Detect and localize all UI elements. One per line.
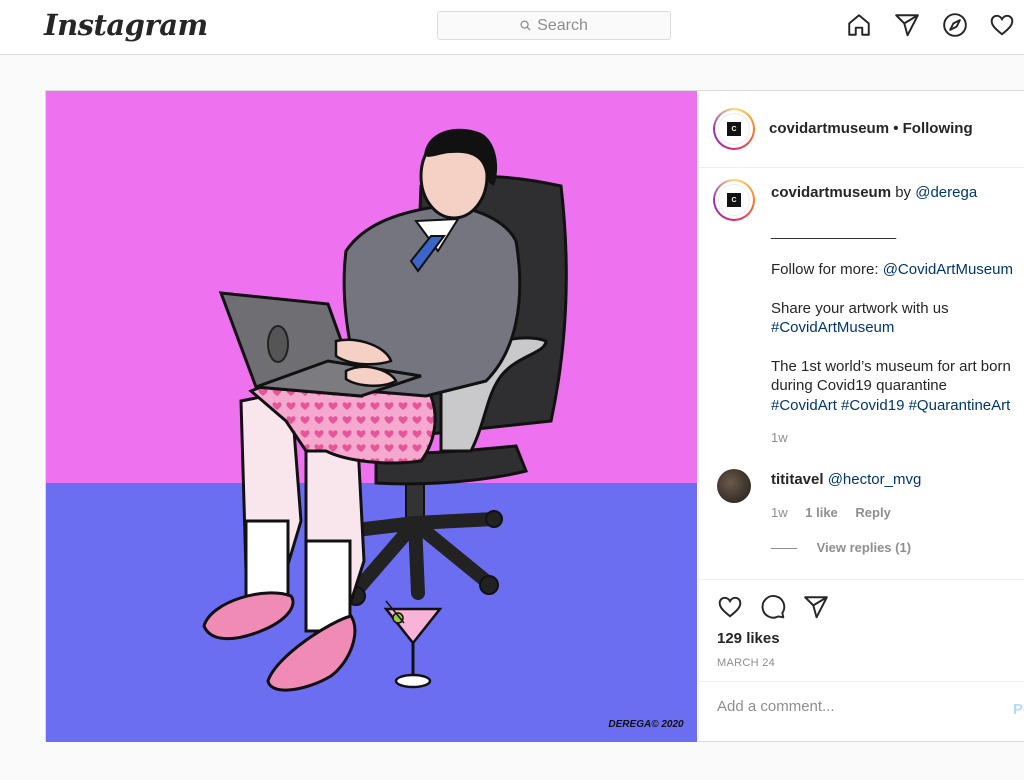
post-header: C covidartmuseum • Following: [699, 91, 1024, 168]
instagram-logo[interactable]: Instagram: [44, 8, 208, 42]
commenter-avatar[interactable]: [717, 469, 751, 503]
home-icon[interactable]: [846, 12, 872, 38]
comment-meta: 1w 1 like Reply: [771, 505, 891, 520]
author-username[interactable]: covidartmuseum: [769, 120, 889, 137]
commenter-username[interactable]: tititavel: [771, 471, 824, 488]
replies-line: [771, 548, 797, 550]
like-count[interactable]: 129 likes: [717, 630, 780, 647]
comment-likes[interactable]: 1 like: [805, 505, 838, 520]
reply-button[interactable]: Reply: [855, 505, 890, 520]
view-replies-label[interactable]: View replies (1): [817, 540, 911, 555]
comment-mention[interactable]: @hector_mvg: [828, 471, 922, 488]
author-line: covidartmuseum • Following: [769, 120, 973, 137]
top-navigation-bar: Instagram Search: [0, 0, 1024, 55]
museum-text-2: during Covid19 quarantine: [771, 377, 947, 394]
museum-mention[interactable]: @CovidArtMuseum: [883, 261, 1013, 278]
follow-status[interactable]: • Following: [893, 120, 972, 137]
comment-icon[interactable]: [760, 594, 786, 620]
activity-icon[interactable]: [989, 12, 1015, 38]
add-comment-input[interactable]: [717, 698, 997, 715]
view-replies[interactable]: View replies (1): [771, 540, 911, 555]
artwork-illustration: DEREGA© 2020: [46, 91, 697, 742]
museum-logo-icon: C: [727, 122, 741, 136]
comment-time: 1w: [771, 505, 788, 520]
search-bar[interactable]: Search: [437, 11, 671, 40]
caption-time: 1w: [771, 430, 788, 445]
post-comment-button[interactable]: Post: [1013, 701, 1024, 718]
comment: tititavel @hector_mvg: [771, 471, 921, 488]
direct-icon[interactable]: [894, 12, 920, 38]
artist-signature: DEREGA© 2020: [608, 719, 684, 730]
artist-mention[interactable]: @derega: [915, 184, 977, 201]
caption-text: covidartmuseum by @derega ______________…: [771, 183, 1024, 448]
post-card: DEREGA© 2020 C covidartmuseum • Followin…: [45, 90, 1024, 742]
share-icon[interactable]: [803, 594, 829, 620]
post-actions: 129 likes MARCH 24: [699, 579, 1024, 669]
caption-by: by: [895, 184, 912, 201]
caption-username[interactable]: covidartmuseum: [771, 184, 891, 201]
follow-text: Follow for more:: [771, 261, 879, 278]
post-date: MARCH 24: [717, 657, 776, 669]
add-comment-section: Post: [699, 681, 1024, 742]
caption-avatar[interactable]: C: [713, 179, 755, 221]
search-icon: [520, 20, 531, 31]
museum-text-1: The 1st world’s museum for art born: [771, 357, 1011, 375]
hashtag-covidart[interactable]: #CovidArt: [771, 397, 837, 414]
hashtag-covid19[interactable]: #Covid19: [841, 397, 904, 414]
like-icon[interactable]: [717, 594, 743, 620]
hashtag-covidartmuseum[interactable]: #CovidArtMuseum: [771, 319, 894, 336]
post-image[interactable]: DEREGA© 2020: [46, 91, 697, 742]
post-sidebar: C covidartmuseum • Following C covidartm…: [698, 91, 1024, 742]
search-placeholder: Search: [537, 16, 588, 34]
explore-icon[interactable]: [942, 12, 968, 38]
hashtag-quarantineart[interactable]: #QuarantineArt: [909, 397, 1011, 414]
museum-logo-icon: C: [727, 193, 741, 207]
caption-divider: _______________: [771, 222, 897, 240]
author-avatar[interactable]: C: [713, 108, 755, 150]
share-text: Share your artwork with us: [771, 299, 949, 317]
